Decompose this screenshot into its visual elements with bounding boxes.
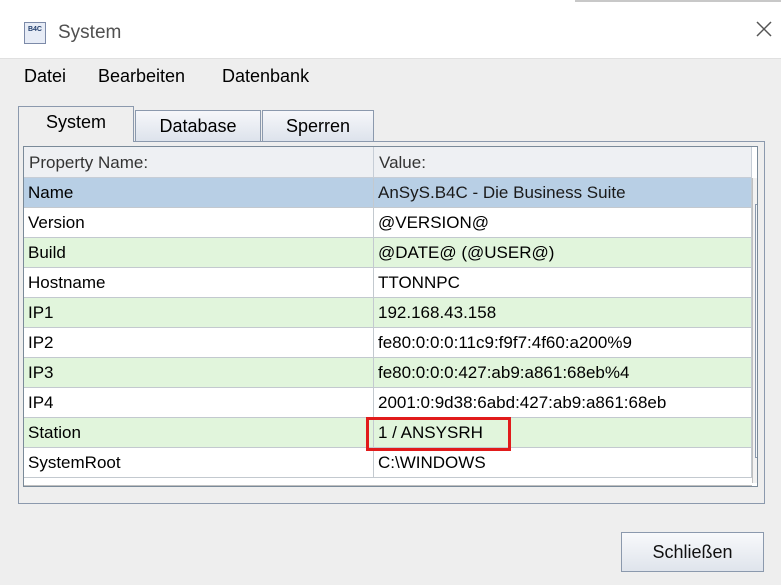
table-row[interactable]: Version @VERSION@ [24,208,752,238]
menu-bar: Datei Bearbeiten Datenbank [0,58,781,92]
table-row[interactable]: IP4 2001:0:9d38:6abd:427:ab9:a861:68eb [24,388,752,418]
app-icon: B4C [24,22,46,44]
table-row[interactable]: IP2 fe80:0:0:0:11c9:f9f7:4f60:a200%9 [24,328,752,358]
property-name-cell: Name [24,178,374,208]
property-value-cell: 2001:0:9d38:6abd:427:ab9:a861:68eb [374,388,752,418]
tab-system[interactable]: System [18,106,134,142]
close-button[interactable]: Schließen [621,532,764,572]
header-property-name[interactable]: Property Name: [24,147,374,178]
property-value-cell: fe80:0:0:0:427:ab9:a861:68eb%4 [374,358,752,388]
property-name-cell: SystemRoot [24,448,374,478]
property-value-cell: C:\WINDOWS [374,448,752,478]
table-header: Property Name: Value: [24,147,752,178]
table-row[interactable]: SystemRoot C:\WINDOWS [24,448,752,478]
table-row[interactable]: Build @DATE@ (@USER@) [24,238,752,268]
property-name-cell: IP2 [24,328,374,358]
property-name-cell: Station [24,418,374,448]
window-edge [575,0,781,2]
menu-bearbeiten[interactable]: Bearbeiten [98,66,185,87]
menu-datenbank[interactable]: Datenbank [222,66,309,87]
app-icon-label: B4C [27,26,42,33]
property-name-cell: Hostname [24,268,374,298]
table-row[interactable]: Name AnSyS.B4C - Die Business Suite [24,178,752,208]
menu-datei[interactable]: Datei [24,66,66,87]
property-value-cell: @DATE@ (@USER@) [374,238,752,268]
vertical-scroll-thumb[interactable] [755,204,757,458]
property-value-cell: @VERSION@ [374,208,752,238]
property-name-cell: IP3 [24,358,374,388]
horizontal-scrollbar[interactable] [24,485,752,486]
header-value[interactable]: Value: [374,147,752,178]
property-name-cell: Version [24,208,374,238]
table-row[interactable]: IP3 fe80:0:0:0:427:ab9:a861:68eb%4 [24,358,752,388]
property-name-cell: IP4 [24,388,374,418]
table-row[interactable]: Hostname TTONNPC [24,268,752,298]
title-bar: B4C System [0,0,781,58]
vertical-scrollbar[interactable] [752,178,757,483]
window-title: System [58,22,122,43]
property-name-cell: Build [24,238,374,268]
property-name-cell: IP1 [24,298,374,328]
property-value-cell: AnSyS.B4C - Die Business Suite [374,178,752,208]
property-value-cell: 192.168.43.158 [374,298,752,328]
tab-database[interactable]: Database [135,110,261,141]
property-value-cell: fe80:0:0:0:11c9:f9f7:4f60:a200%9 [374,328,752,358]
highlight-annotation [366,417,511,451]
property-value-cell: TTONNPC [374,268,752,298]
table-row[interactable]: IP1 192.168.43.158 [24,298,752,328]
tab-sperren[interactable]: Sperren [262,110,374,141]
close-icon[interactable] [752,17,776,41]
